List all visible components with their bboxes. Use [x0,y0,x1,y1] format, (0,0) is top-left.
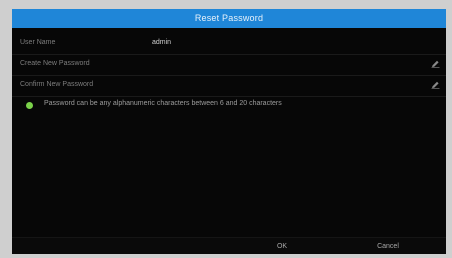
user-name-row: User Name admin [12,34,446,55]
dialog-footer: OK Cancel [12,237,446,254]
dialog-title: Reset Password [12,9,446,28]
user-name-value: admin [152,39,172,46]
new-password-field[interactable]: Create New Password [12,55,446,76]
password-hint-text: Password can be any alphanumeric charact… [44,100,282,107]
confirm-password-label: Confirm New Password [20,81,94,88]
green-dot-icon [26,102,33,109]
ok-button[interactable]: OK [252,238,312,254]
pencil-icon[interactable] [431,81,440,89]
reset-password-dialog: Reset Password User Name admin Create Ne… [12,9,446,254]
new-password-label: Create New Password [20,60,90,67]
pencil-icon[interactable] [431,60,440,68]
cancel-button[interactable]: Cancel [358,238,418,254]
confirm-password-field[interactable]: Confirm New Password [12,76,446,97]
screen-frame: Reset Password User Name admin Create Ne… [0,0,452,258]
user-name-label: User Name [20,39,56,46]
